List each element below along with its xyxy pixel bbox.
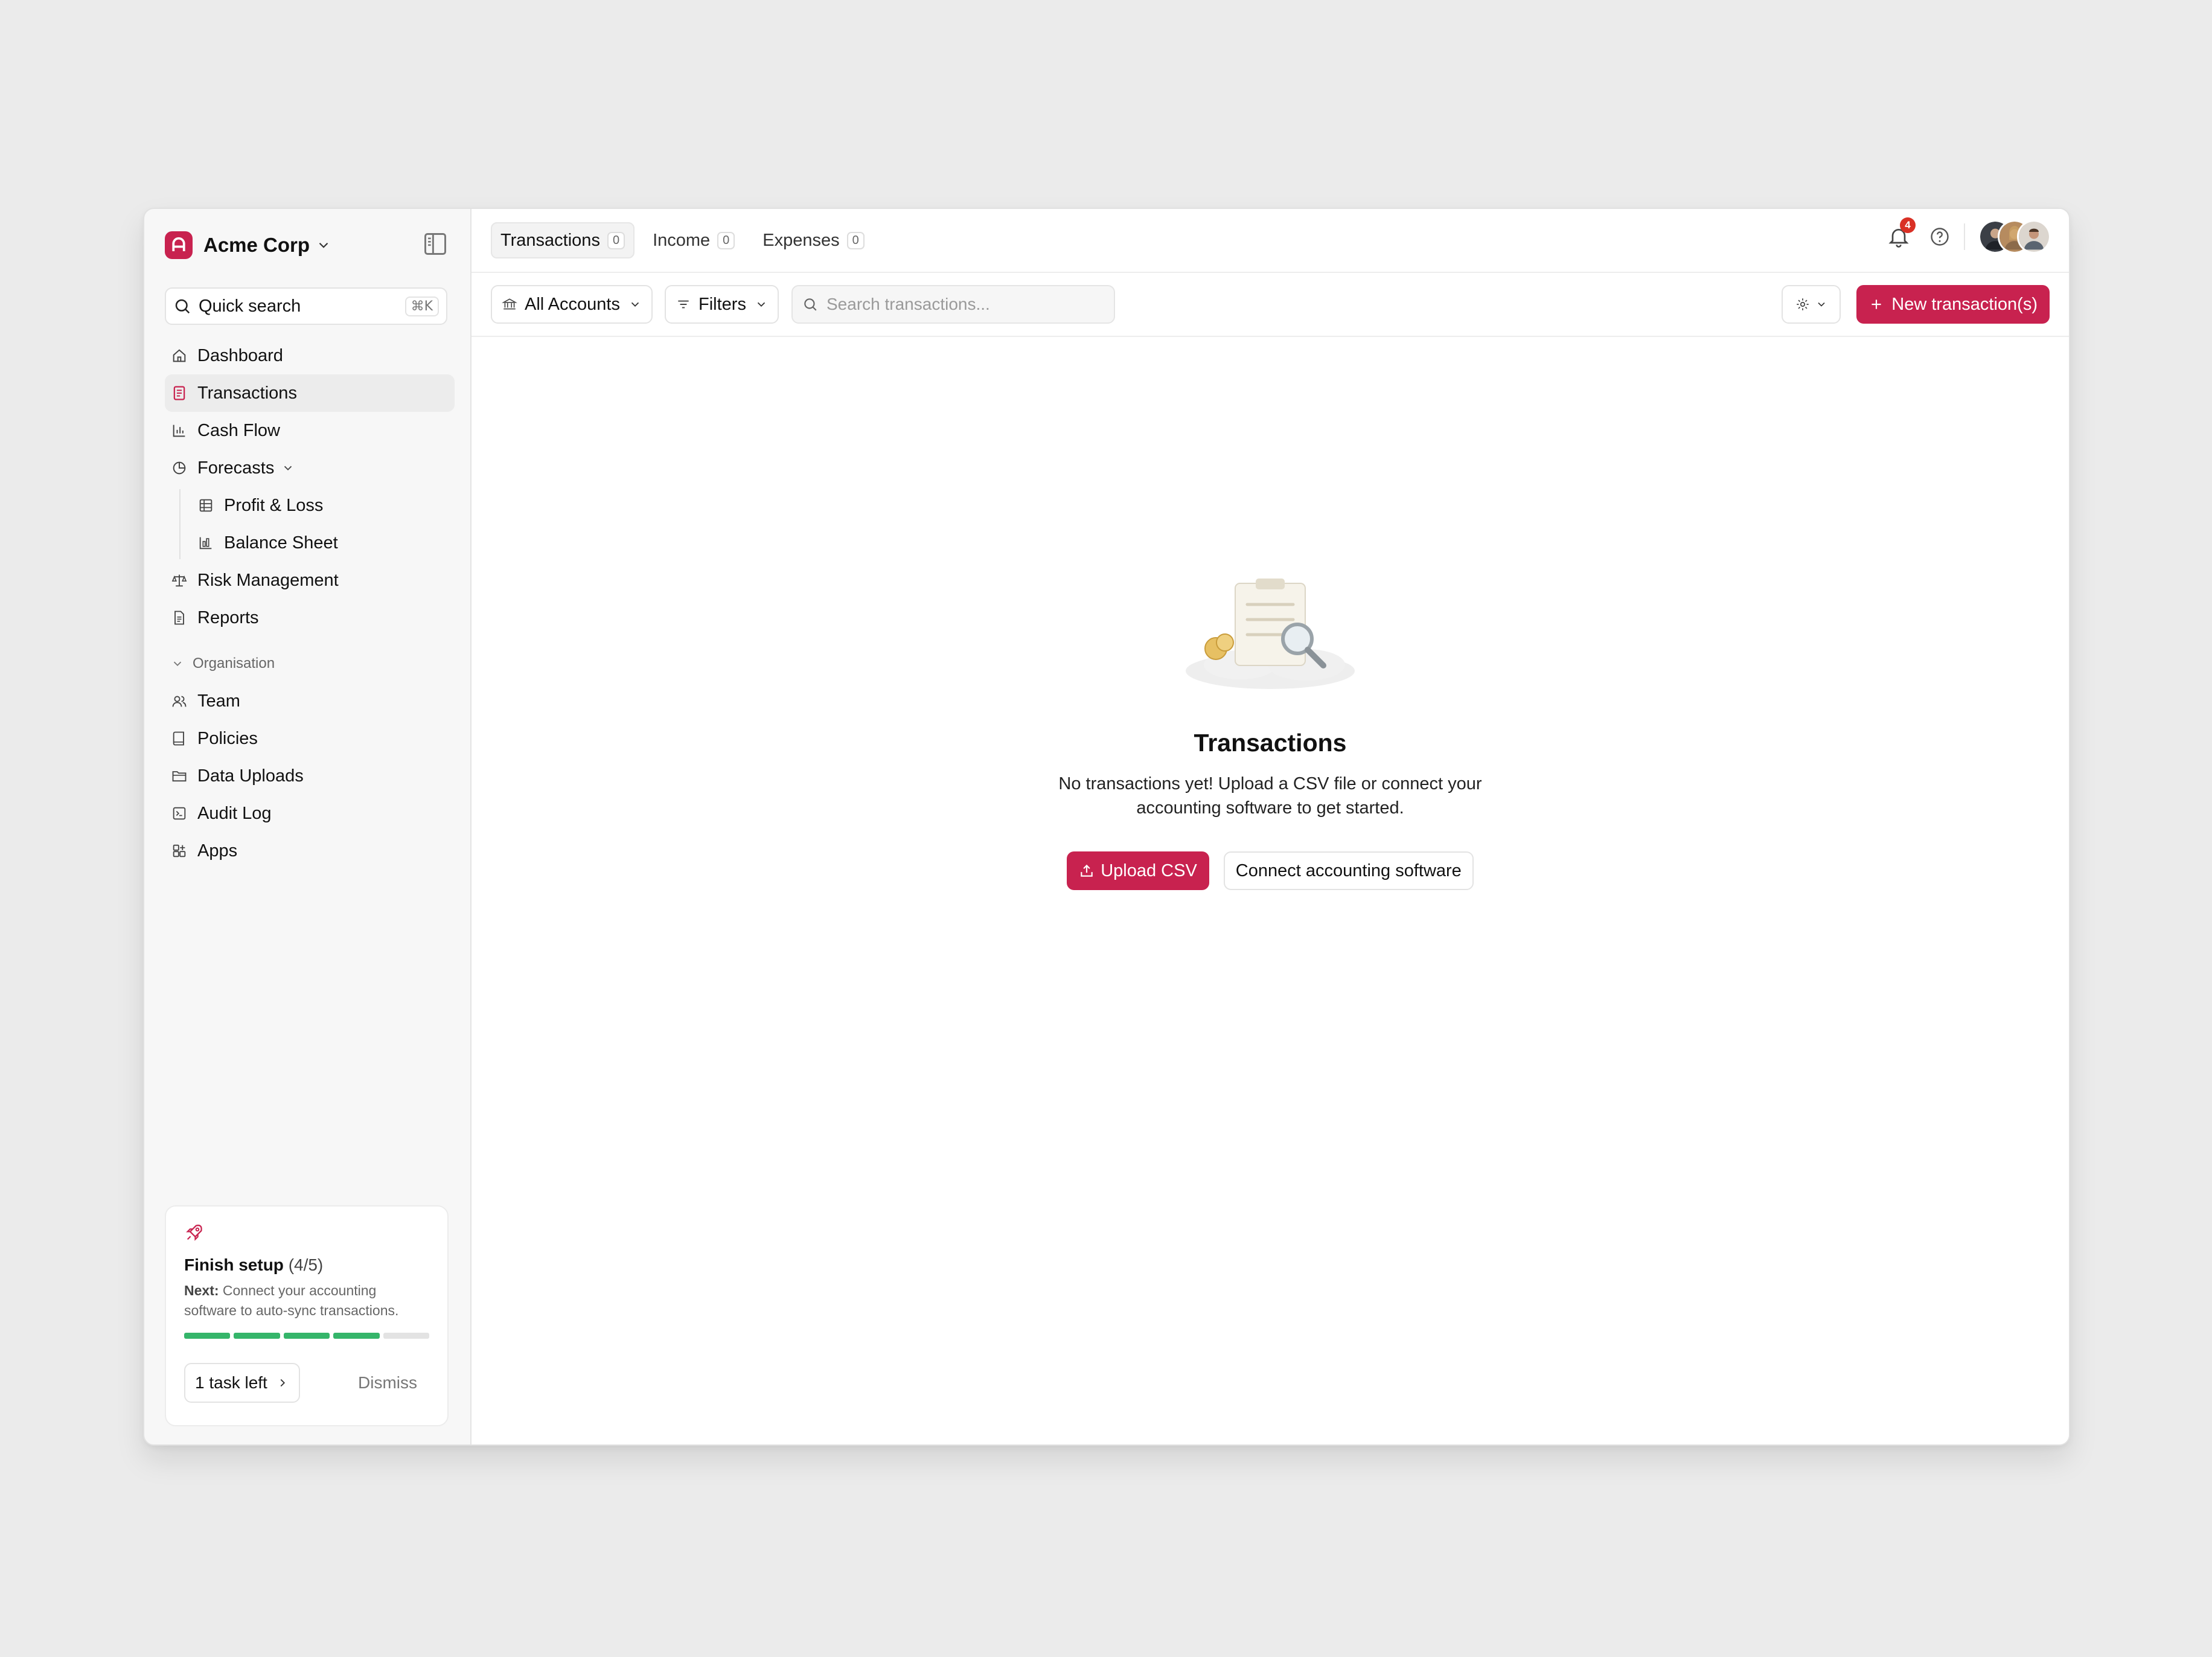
section-toggle-organisation[interactable]: Organisation [165, 645, 455, 682]
setup-next-step: Next: Connect your accounting software t… [184, 1283, 399, 1318]
main-nav: Dashboard Transactions Cash Flow Forecas… [165, 337, 455, 870]
home-icon [173, 349, 186, 362]
chevron-down-icon [284, 466, 292, 471]
sidebar-item-audit-log[interactable]: Audit Log [165, 795, 455, 832]
notification-count-badge: 4 [1900, 217, 1916, 233]
toolbar: All Accounts Filters Search transactions… [471, 273, 2069, 337]
chevron-down-icon [173, 661, 182, 667]
dismiss-button[interactable]: Dismiss [358, 1373, 417, 1393]
sidebar-item-dashboard[interactable]: Dashboard [165, 337, 455, 374]
progress-segment [184, 1333, 231, 1339]
progress-segment [333, 1333, 380, 1339]
forecasts-submenu: Profit & Loss Balance Sheet [165, 487, 455, 562]
chevron-down-icon [1818, 302, 1825, 307]
table-icon [199, 499, 213, 512]
filter-icon [678, 300, 689, 309]
sidebar-item-profit-loss[interactable]: Profit & Loss [191, 487, 455, 524]
search-input[interactable] [825, 294, 1093, 315]
tab-transactions[interactable]: Transactions 0 [491, 222, 635, 258]
avatar [2017, 220, 2051, 254]
quick-search-label: Quick search [199, 296, 301, 316]
bar-chart-box-icon [199, 537, 212, 550]
search-icon [175, 299, 190, 314]
bank-icon [502, 298, 517, 310]
upload-icon [1081, 864, 1093, 877]
filters-dropdown[interactable]: Filters [665, 285, 779, 324]
progress-segment [234, 1333, 280, 1339]
grid-plus-icon [173, 844, 186, 857]
search-bar [791, 285, 1115, 324]
main-content: Transactions 0 Income 0 Expenses 0 4 All… [470, 209, 2069, 1444]
settings-dropdown[interactable] [1782, 285, 1841, 324]
sidebar-item-reports[interactable]: Reports [165, 599, 455, 636]
rocket-icon [186, 1225, 202, 1241]
sidebar-item-risk-management[interactable]: Risk Management [165, 562, 455, 599]
plus-icon [1872, 300, 1881, 309]
chevron-down-icon [757, 302, 766, 307]
sidebar-item-transactions[interactable]: Transactions [165, 374, 455, 412]
tab-count-badge: 0 [607, 231, 625, 249]
gear-icon [1797, 298, 1809, 310]
log-icon [173, 807, 186, 820]
setup-card: Finish setup (4/5) Next: Connect your ac… [165, 1205, 449, 1426]
sidebar: Acme Corp Quick search ⌘K Dashboard Tran… [144, 209, 470, 1444]
workspace-switcher[interactable]: Acme Corp [165, 227, 331, 263]
bar-chart-icon [173, 425, 185, 437]
tab-count-badge: 0 [846, 231, 865, 249]
shortcut-badge: ⌘K [404, 296, 439, 316]
sidebar-item-balance-sheet[interactable]: Balance Sheet [191, 524, 455, 562]
help-icon[interactable] [1929, 226, 1951, 248]
tasks-left-button[interactable]: 1 task left [184, 1363, 300, 1403]
sidebar-item-policies[interactable]: Policies [165, 720, 455, 757]
book-icon [173, 731, 184, 746]
divider [1964, 223, 1965, 250]
sidebar-item-team[interactable]: Team [165, 682, 455, 720]
chevron-right-icon [280, 1379, 285, 1387]
users-icon [172, 696, 187, 707]
tab-expenses[interactable]: Expenses 0 [753, 222, 874, 258]
scale-icon [171, 574, 187, 587]
upload-csv-button[interactable]: Upload CSV [1067, 851, 1209, 890]
empty-state: Transactions No transactions yet! Upload… [471, 571, 2069, 890]
connect-accounting-button[interactable]: Connect accounting software [1223, 851, 1474, 890]
setup-title: Finish setup (4/5) [184, 1255, 324, 1274]
progress-segment [283, 1333, 330, 1339]
notifications-button[interactable]: 4 [1887, 217, 1916, 249]
progress-segment [383, 1333, 430, 1339]
tab-list: Transactions 0 Income 0 Expenses 0 [491, 222, 874, 258]
pie-chart-icon [173, 461, 186, 475]
quick-search-button[interactable]: Quick search ⌘K [165, 287, 447, 325]
setup-progress-bar [184, 1333, 430, 1339]
sidebar-item-data-uploads[interactable]: Data Uploads [165, 757, 455, 795]
document-icon [174, 611, 184, 625]
workspace-name: Acme Corp [203, 234, 310, 256]
folder-icon [172, 771, 187, 782]
chevron-down-icon [631, 302, 639, 307]
sidebar-item-apps[interactable]: Apps [165, 832, 455, 870]
receipt-icon [173, 386, 185, 400]
app-window: Acme Corp Quick search ⌘K Dashboard Tran… [143, 208, 2070, 1446]
new-transaction-button[interactable]: New transaction(s) [1856, 285, 2050, 324]
setup-count: (4/5) [288, 1255, 324, 1274]
sidebar-toggle-icon [424, 233, 446, 255]
search-icon [804, 298, 817, 311]
top-bar: Transactions 0 Income 0 Expenses 0 4 [471, 209, 2069, 273]
sidebar-item-forecasts[interactable]: Forecasts [165, 449, 455, 487]
tab-count-badge: 0 [717, 231, 735, 249]
sidebar-item-cash-flow[interactable]: Cash Flow [165, 412, 455, 449]
avatar-group[interactable] [1978, 220, 2051, 254]
empty-state-title: Transactions [1194, 729, 1347, 757]
brand-logo-icon [172, 237, 185, 251]
accounts-dropdown[interactable]: All Accounts [491, 285, 653, 324]
empty-state-description: No transactions yet! Upload a CSV file o… [1058, 774, 1482, 818]
transactions-illustration [1186, 579, 1355, 689]
chevron-down-icon [319, 242, 328, 248]
section-title: Organisation [193, 655, 275, 671]
tab-income[interactable]: Income 0 [643, 222, 744, 258]
sidebar-toggle-button[interactable] [422, 231, 449, 257]
brand-logo [165, 231, 193, 259]
